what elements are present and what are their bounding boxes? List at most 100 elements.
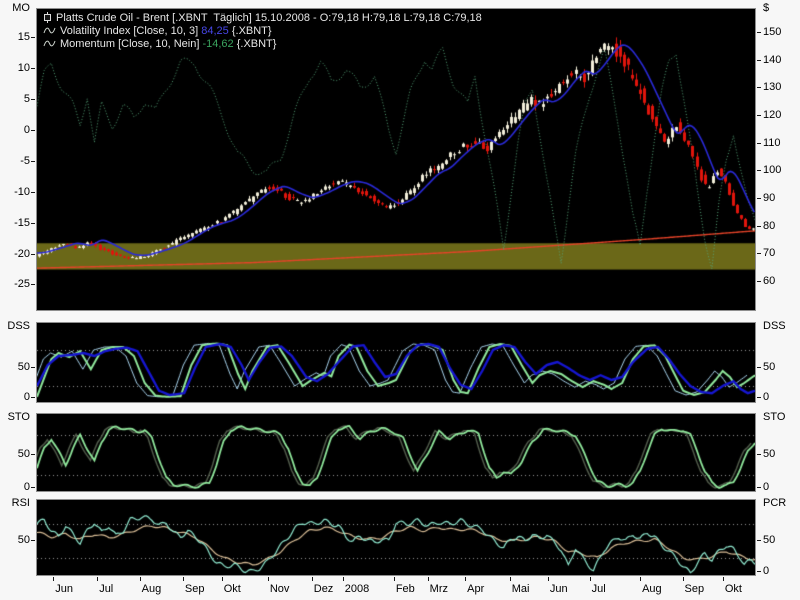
legend-momentum-value: -14,62 (202, 38, 233, 50)
axis-tick (31, 161, 35, 162)
rsi-left-axis-title: RSI (2, 498, 30, 509)
x-axis-month-label: 2008 (345, 583, 369, 595)
price-axis-label: 130 (763, 82, 797, 93)
trading-chart-window: Platts Crude Oil - Brent [.XBNT Täglich]… (0, 0, 800, 600)
x-axis-month-label: Sep (185, 583, 205, 595)
dss-axis-label: 0 (763, 392, 797, 403)
axis-tick (31, 367, 35, 368)
sto-axis-label: 50 (763, 449, 797, 460)
x-axis-month-label: Aug (142, 583, 162, 595)
sto-axis-label: 0 (2, 482, 30, 493)
candlestick-icon (43, 12, 52, 23)
axis-tick (757, 253, 761, 254)
axis-tick (757, 397, 761, 398)
x-axis-month-label: Jul (99, 583, 113, 595)
axis-tick (757, 226, 761, 227)
rsi-axis-label: 50 (2, 535, 30, 546)
axis-tick (757, 115, 761, 116)
mo-axis-label: -25 (2, 279, 30, 290)
axis-tick (31, 99, 35, 100)
axis-tick (31, 284, 35, 285)
dss-canvas[interactable] (37, 323, 755, 402)
price-axis-label: 100 (763, 165, 797, 176)
x-axis-tick (268, 577, 269, 581)
main-price-panel[interactable]: Platts Crude Oil - Brent [.XBNT Täglich]… (36, 8, 756, 311)
x-axis-month-label: Dez (314, 583, 334, 595)
axis-tick (31, 397, 35, 398)
dss-axis-label: 50 (763, 362, 797, 373)
main-right-axis-title: $ (763, 3, 797, 14)
x-axis-tick (394, 577, 395, 581)
mo-axis-label: 5 (2, 94, 30, 105)
legend-volatility-suffix: {.XBNT} (229, 25, 272, 37)
price-axis-label: 70 (763, 248, 797, 259)
mo-axis-label: 0 (2, 125, 30, 136)
pcr-axis-label: 0 (763, 566, 797, 577)
axis-tick (757, 281, 761, 282)
rsi-canvas[interactable] (37, 500, 755, 575)
rsi-panel[interactable] (36, 499, 756, 576)
pcr-right-axis-title: PCR (763, 498, 797, 509)
x-axis-month-label: Nov (270, 583, 290, 595)
dss-panel[interactable] (36, 322, 756, 403)
x-axis-tick (222, 577, 223, 581)
axis-tick (31, 68, 35, 69)
x-axis-month-label: Okt (224, 583, 241, 595)
x-axis-tick (343, 577, 344, 581)
axis-tick (31, 223, 35, 224)
axis-tick (31, 37, 35, 38)
axis-tick (31, 487, 35, 488)
axis-tick (757, 487, 761, 488)
axis-tick (757, 170, 761, 171)
x-axis-month-label: Jun (55, 583, 73, 595)
wave-icon (43, 26, 56, 35)
axis-tick (757, 571, 761, 572)
sto-right-axis-title: STO (763, 412, 797, 423)
x-axis-tick (97, 577, 98, 581)
sto-canvas[interactable] (37, 414, 755, 491)
price-axis-label: 120 (763, 110, 797, 121)
price-axis-label: 110 (763, 138, 797, 149)
price-axis-label: 90 (763, 193, 797, 204)
sto-axis-label: 0 (763, 482, 797, 493)
x-axis-tick (140, 577, 141, 581)
axis-tick (757, 60, 761, 61)
x-axis-month-label: Mai (512, 583, 530, 595)
price-axis-label: 150 (763, 27, 797, 38)
x-axis-month-label: Apr (467, 583, 484, 595)
axis-tick (31, 254, 35, 255)
sto-axis-label: 50 (2, 449, 30, 460)
x-axis-month-label: Jun (550, 583, 568, 595)
x-axis-month-label: Sep (685, 583, 705, 595)
x-axis-tick (640, 577, 641, 581)
mo-axis-label: 10 (2, 63, 30, 74)
x-axis-tick (548, 577, 549, 581)
legend-momentum-suffix: {.XBNT} (234, 38, 277, 50)
main-left-axis-title: MO (2, 3, 30, 14)
dss-left-axis-title: DSS (2, 321, 30, 332)
dss-axis-label: 0 (2, 392, 30, 403)
mo-axis-label: -10 (2, 187, 30, 198)
price-axis-label: 80 (763, 221, 797, 232)
x-axis-month-label: Mrz (430, 583, 448, 595)
axis-tick (31, 540, 35, 541)
x-axis-tick (723, 577, 724, 581)
price-chart-canvas[interactable] (37, 9, 755, 310)
axis-tick (31, 130, 35, 131)
legend-momentum-label: Momentum [Close, 10, Nein] (60, 38, 202, 50)
dss-right-axis-title: DSS (763, 321, 797, 332)
x-axis-tick (312, 577, 313, 581)
axis-tick (757, 87, 761, 88)
x-axis-tick (53, 577, 54, 581)
sto-panel[interactable] (36, 413, 756, 492)
mo-axis-label: 15 (2, 32, 30, 43)
axis-tick (31, 192, 35, 193)
x-axis-month-label: Aug (642, 583, 662, 595)
x-axis-tick (683, 577, 684, 581)
x-axis-tick (590, 577, 591, 581)
legend-title: Platts Crude Oil - Brent [.XBNT Täglich]… (56, 12, 482, 24)
x-axis-month-label: Feb (396, 583, 415, 595)
dss-axis-label: 50 (2, 362, 30, 373)
price-axis-label: 140 (763, 55, 797, 66)
legend-volatility-value: 84,25 (201, 25, 229, 37)
